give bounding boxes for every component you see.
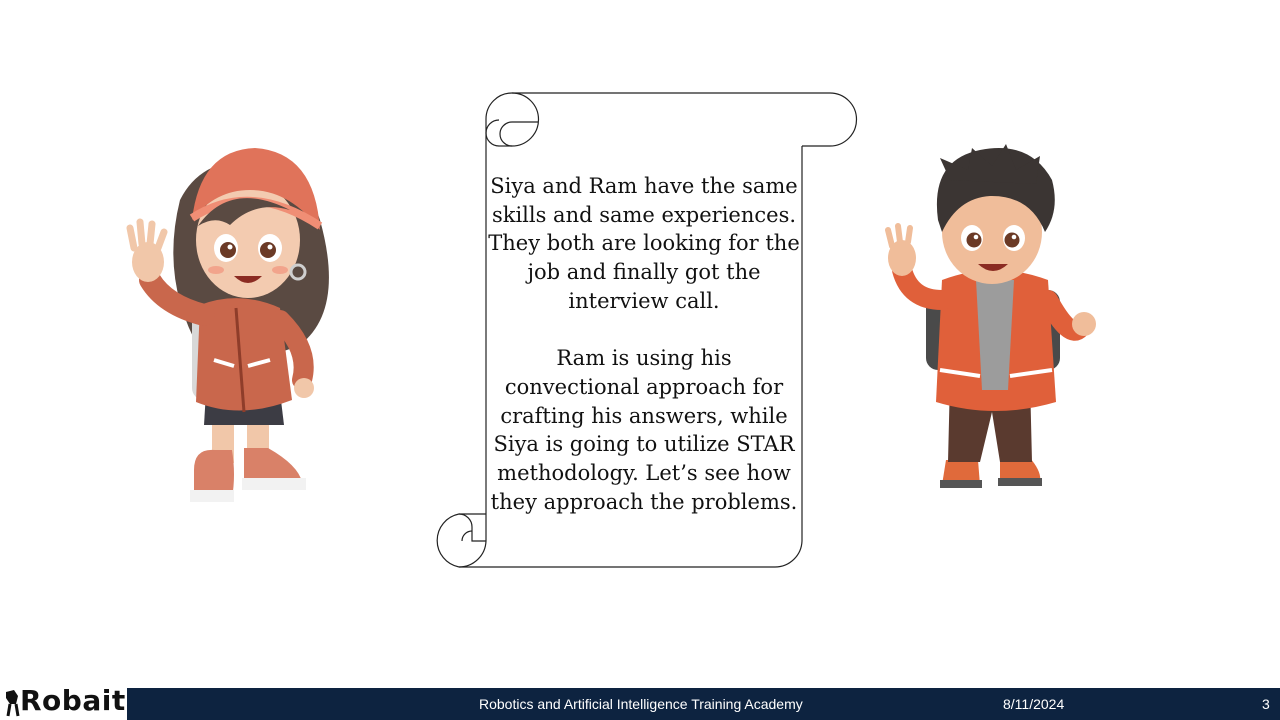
- footer-title: Robotics and Artificial Intelligence Tra…: [479, 696, 803, 712]
- scroll-paragraph-2: Ram is using his convectional approach f…: [490, 346, 798, 514]
- footer-date: 8/11/2024: [1003, 696, 1065, 712]
- scroll-paragraph-1: Siya and Ram have the same skills and sa…: [488, 174, 800, 313]
- boy-character: [885, 144, 1096, 488]
- slide: Siya and Ram have the same skills and sa…: [0, 0, 1280, 720]
- slide-number: 3: [1262, 696, 1270, 712]
- girl-character: [126, 148, 329, 502]
- robaita-logo: Robaita: [0, 684, 145, 720]
- scroll-text: Siya and Ram have the same skills and sa…: [488, 172, 800, 516]
- footer-bar: Robotics and Artificial Intelligence Tra…: [127, 688, 1280, 720]
